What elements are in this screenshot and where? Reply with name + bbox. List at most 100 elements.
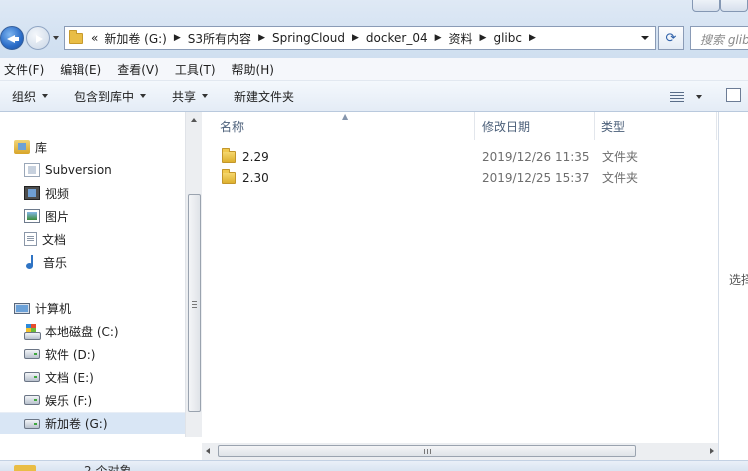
organize-label: 组织 (12, 89, 37, 104)
document-icon (24, 232, 37, 246)
nav-drive-c[interactable]: 本地磁盘 (C:) (0, 320, 185, 342)
address-history-dropdown[interactable] (641, 36, 649, 40)
breadcrumb-item[interactable]: S3所有内容 (188, 30, 251, 47)
nav-item-documents[interactable]: 文档 (0, 228, 185, 250)
drive-icon (24, 372, 40, 382)
recent-pages-dropdown[interactable] (53, 36, 59, 40)
music-note-icon (24, 255, 38, 269)
menu-tools[interactable]: 工具(T) (175, 61, 216, 78)
scroll-up-arrow-icon[interactable] (191, 118, 197, 122)
nav-drive-f[interactable]: 娱乐 (F:) (0, 389, 185, 411)
nav-label: 文档 (E:) (45, 370, 94, 385)
preview-pane-button[interactable] (726, 88, 741, 102)
breadcrumb-item[interactable]: docker_04 (366, 31, 428, 45)
column-header-name[interactable]: 名称 (220, 112, 474, 140)
nav-item-videos[interactable]: 视频 (0, 182, 185, 204)
nav-label: 新加卷 (G:) (45, 417, 108, 431)
back-button[interactable] (0, 26, 24, 50)
overflow-chevron[interactable]: « (91, 31, 98, 45)
file-date: 2019/12/25 15:37 (482, 170, 590, 185)
menu-help[interactable]: 帮助(H) (232, 61, 274, 78)
drive-icon (24, 395, 40, 405)
picture-icon (24, 209, 40, 223)
column-header-type[interactable]: 类型 (601, 112, 711, 140)
nav-item-pictures[interactable]: 图片 (0, 205, 185, 227)
nav-label: 娱乐 (F:) (45, 393, 93, 408)
chevron-down-icon (42, 94, 49, 98)
nav-label: Subversion (45, 163, 112, 177)
folder-icon (14, 465, 36, 471)
nav-item-music[interactable]: 音乐 (0, 251, 185, 273)
forward-button[interactable] (26, 26, 50, 50)
nav-label: 本地磁盘 (C:) (45, 324, 119, 339)
nav-drive-d[interactable]: 软件 (D:) (0, 343, 185, 365)
organize-button[interactable]: 组织 (12, 88, 49, 105)
share-button[interactable]: 共享 (172, 88, 209, 105)
scrollbar-thumb[interactable] (188, 194, 201, 412)
breadcrumb-item[interactable]: glibc (493, 31, 522, 45)
chevron-right-icon[interactable]: ▶ (174, 33, 181, 43)
file-type: 文件夹 (602, 171, 639, 185)
navigation-pane: 库 Subversion 视频 图片 文档 音乐 计算机 本地磁盘 (C:) 软… (0, 112, 185, 437)
breadcrumb-item[interactable]: SpringCloud (272, 31, 345, 45)
nav-computer[interactable]: 计算机 (0, 297, 185, 319)
search-input[interactable]: 搜索 glibc (690, 26, 748, 50)
details-pane: 2 个对象 (0, 460, 748, 471)
new-folder-button[interactable]: 新建文件夹 (234, 88, 294, 105)
grip-icon (192, 301, 197, 308)
scrollbar-thumb[interactable] (218, 445, 636, 457)
breadcrumb-item[interactable]: 新加卷 (G:) (104, 30, 167, 47)
file-list: ▲ 名称 修改日期 类型 2.29 2019/12/26 11:35 文件夹 2… (202, 112, 718, 437)
column-divider[interactable] (594, 112, 595, 140)
column-divider[interactable] (716, 112, 717, 140)
share-label: 共享 (172, 89, 197, 104)
chevron-down-icon (140, 94, 147, 98)
menu-file[interactable]: 文件(F) (4, 61, 44, 78)
folder-icon (222, 168, 236, 184)
chevron-down-icon (202, 94, 209, 98)
minimize-button[interactable] (692, 0, 720, 12)
column-divider[interactable] (474, 112, 475, 140)
include-in-library-button[interactable]: 包含到库中 (74, 88, 147, 105)
chevron-right-icon[interactable]: ▶ (352, 33, 359, 43)
nav-item-subversion[interactable]: Subversion (0, 159, 185, 181)
breadcrumb: « 新加卷 (G:) ▶ S3所有内容 ▶ SpringCloud ▶ dock… (91, 30, 543, 47)
nav-library[interactable]: 库 (0, 136, 185, 158)
nav-drive-e[interactable]: 文档 (E:) (0, 366, 185, 388)
video-icon (24, 186, 40, 200)
menu-edit[interactable]: 编辑(E) (60, 61, 101, 78)
chevron-right-icon[interactable]: ▶ (258, 33, 265, 43)
breadcrumb-item[interactable]: 资料 (449, 30, 473, 47)
maximize-button[interactable] (720, 0, 748, 12)
menu-bar: 文件(F) 编辑(E) 查看(V) 工具(T) 帮助(H) (0, 58, 748, 81)
scroll-left-arrow-icon[interactable] (206, 448, 210, 454)
scroll-right-arrow-icon[interactable] (710, 448, 714, 454)
nav-scrollbar[interactable] (185, 112, 202, 437)
command-bar: 组织 包含到库中 共享 新建文件夹 (0, 81, 748, 112)
chevron-down-icon (696, 95, 702, 99)
column-header-date[interactable]: 修改日期 (482, 112, 592, 140)
file-date: 2019/12/26 11:35 (482, 149, 590, 164)
address-bar[interactable]: « 新加卷 (G:) ▶ S3所有内容 ▶ SpringCloud ▶ dock… (64, 26, 656, 50)
grip-icon (424, 449, 431, 454)
refresh-icon: ⟳ (665, 30, 677, 46)
file-name: 2.30 (242, 170, 269, 185)
nav-label: 库 (35, 140, 48, 155)
chevron-right-icon[interactable]: ▶ (435, 33, 442, 43)
address-toolbar: « 新加卷 (G:) ▶ S3所有内容 ▶ SpringCloud ▶ dock… (0, 0, 748, 58)
list-item[interactable]: 2.30 2019/12/25 15:37 文件夹 (222, 167, 692, 188)
nav-drive-g[interactable]: 新加卷 (G:) (0, 412, 185, 434)
nav-label: 音乐 (43, 255, 68, 270)
menu-view[interactable]: 查看(V) (117, 61, 159, 78)
list-item[interactable]: 2.29 2019/12/26 11:35 文件夹 (222, 146, 692, 167)
window-controls (688, 0, 748, 14)
refresh-button[interactable]: ⟳ (658, 26, 684, 50)
folder-icon (222, 147, 236, 163)
change-view-button[interactable] (670, 89, 710, 105)
subversion-icon (24, 163, 40, 177)
chevron-right-icon[interactable]: ▶ (480, 33, 487, 43)
chevron-right-icon[interactable]: ▶ (529, 33, 536, 43)
content-horizontal-scrollbar[interactable] (202, 443, 718, 460)
include-library-label: 包含到库中 (74, 89, 135, 104)
preview-pane: 选择 的 (718, 112, 748, 460)
